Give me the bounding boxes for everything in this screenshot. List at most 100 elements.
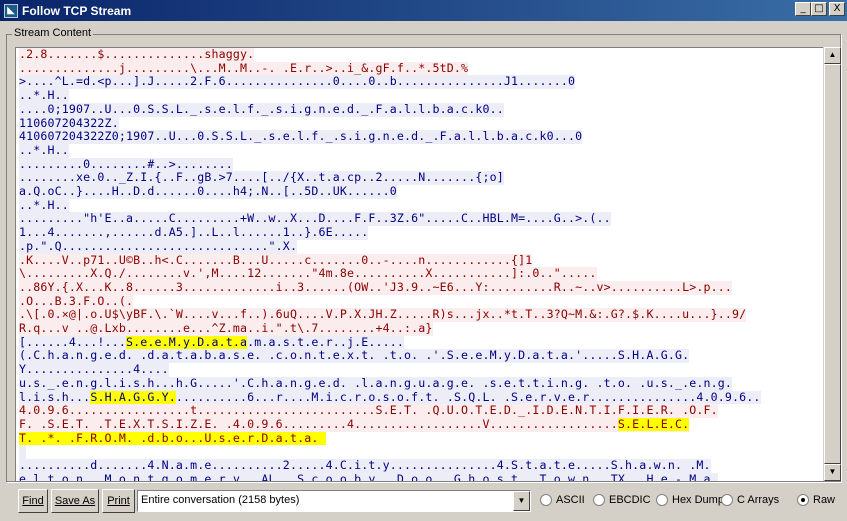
stream-line-text: u.s._.e.n.g.l.i.s.h...h.G.....'.C.h.a.n.… bbox=[19, 376, 733, 390]
stream-line: R.q...v ..@.Lxb........e...^Z.ma..i.".t\… bbox=[19, 322, 433, 336]
radio-raw-label: Raw bbox=[813, 494, 836, 506]
stream-line-text-tail: ..........6...r....M.i.c.r.o.s.o.f.t. .S… bbox=[175, 390, 761, 404]
stream-line: (.C.h.a.n.g.e.d. .d.a.t.a.b.a.s.e. .c.o.… bbox=[19, 349, 690, 364]
radio-raw-button[interactable] bbox=[797, 494, 809, 506]
stream-line-text: .K....V..p71..U©B..h<.C.......B...U.....… bbox=[19, 253, 533, 267]
stream-line: F. .S.E.T. .T.E.X.T.S.I.Z.E. .4.0.9.6...… bbox=[19, 417, 690, 432]
scroll-down-button[interactable]: ▼ bbox=[824, 464, 841, 481]
stream-text: .2.8.......$..............shaggy........… bbox=[16, 48, 823, 481]
radio-hex-dump-label: Hex Dump bbox=[672, 494, 724, 506]
stream-line: ........xe.0.._Z.I.{..F..gB.>7....[../{X… bbox=[19, 171, 504, 186]
stream-line-text: .p.".Q.............................".X. bbox=[19, 239, 298, 253]
stream-line-text-tail: .m.a.s.t.e.r..j.E..... bbox=[247, 335, 405, 349]
stream-line: .K....V..p71..U©B..h<.C.......B...U.....… bbox=[19, 253, 533, 268]
stream-line: T. .*. .F.R.O.M. .d.b.o...U.s.e.r.D.a.t.… bbox=[19, 431, 326, 446]
stream-line-text: Y...............4.... bbox=[19, 363, 169, 377]
stream-line: l.i.s.h...S.H.A.G.G.Y...........6...r...… bbox=[19, 390, 761, 405]
window-title: Follow TCP Stream bbox=[22, 3, 132, 18]
stream-line-text: a.Q.oC..}....H..D.d......0....h4;.N..[..… bbox=[19, 185, 397, 199]
stream-line: ....0;1907..U...0.S.S.L._.s.e.l.f._.s.i.… bbox=[19, 102, 504, 117]
stream-line: ..........d.......4.N.a.m.e..........2..… bbox=[19, 459, 711, 473]
stream-line: .2.8.......$..............shaggy. bbox=[19, 48, 255, 62]
stream-line-text: ........xe.0.._Z.I.{..F..gB.>7....[../{X… bbox=[19, 171, 504, 185]
stream-line-text: [......4...!... bbox=[19, 335, 126, 349]
stream-line: >....^L.=d.<p...].J.....2.F.6...........… bbox=[19, 75, 576, 90]
stream-line: .p.".Q.............................".X. bbox=[19, 239, 298, 254]
radio-ebcdic-label: EBCDIC bbox=[609, 494, 651, 506]
stream-line: [......4...!...S.e.e.M.y.D.a.t.a.m.a.s.t… bbox=[19, 335, 405, 350]
radio-c-arrays[interactable]: C Arrays bbox=[721, 494, 779, 506]
close-button[interactable]: X bbox=[829, 2, 845, 16]
stream-line-text: 1...4.......,......d.A5.]..L..l......1..… bbox=[19, 226, 369, 240]
minimize-button[interactable]: _ bbox=[795, 2, 811, 16]
save-as-button[interactable]: Save As bbox=[51, 489, 99, 513]
stream-line: ..*.H.. bbox=[19, 89, 69, 103]
stream-line: 4.0.9.6.................t...............… bbox=[19, 404, 718, 418]
stream-line-text: >....^L.=d.<p...].J.....2.F.6...........… bbox=[19, 75, 576, 89]
radio-c-arrays-label: C Arrays bbox=[737, 494, 780, 506]
stream-line bbox=[19, 445, 27, 460]
radio-ascii-button[interactable] bbox=[540, 494, 552, 506]
stream-content-label: Stream Content bbox=[12, 27, 94, 39]
radio-hex-dump[interactable]: Hex Dump bbox=[656, 494, 724, 506]
stream-line-text: .O...B.3.F.O..(. bbox=[19, 294, 134, 308]
stream-line-text: ..............j.........\...M..M..-. .E.… bbox=[19, 61, 469, 75]
radio-hex-dump-button[interactable] bbox=[656, 494, 668, 506]
maximize-button[interactable]: □ bbox=[811, 2, 827, 16]
title-bar: ◣ Follow TCP Stream _ □ X bbox=[0, 0, 847, 21]
stream-line: u.s._.e.n.g.l.i.s.h...h.G.....'.C.h.a.n.… bbox=[19, 376, 733, 391]
stream-line-text: .2.8.......$..............shaggy. bbox=[19, 48, 255, 61]
stream-line-text: .........0........#..>........ bbox=[19, 157, 233, 171]
conversation-select[interactable]: Entire conversation (2158 bytes) ▼ bbox=[137, 490, 531, 512]
stream-line-text: ..........d.......4.N.a.m.e..........2..… bbox=[19, 459, 711, 473]
radio-ascii-label: ASCII bbox=[556, 494, 585, 506]
stream-line-text: l.i.s.h... bbox=[19, 390, 91, 404]
vertical-scrollbar[interactable]: ▲ ▼ bbox=[823, 47, 841, 481]
stream-line-text: e.l.t.o.n...M.o.n.t.g.o.m.e.r.y...AL...S… bbox=[19, 472, 718, 481]
stream-line-text: R.q...v ..@.Lxb........e...^Z.ma..i.".t\… bbox=[19, 322, 433, 336]
stream-line-text: 4.0.9.6.................t...............… bbox=[19, 404, 718, 418]
stream-line: a.Q.oC..}....H..D.d......0....h4;.N..[..… bbox=[19, 185, 397, 199]
radio-raw[interactable]: Raw bbox=[797, 494, 835, 506]
stream-line-text: \.........X.Q./........v.',M....12......… bbox=[19, 267, 597, 281]
stream-line-text: ..*.H.. bbox=[19, 198, 69, 212]
stream-line: ..*.H.. bbox=[19, 198, 69, 213]
chevron-down-icon[interactable]: ▼ bbox=[513, 491, 530, 511]
stream-line-text: (.C.h.a.n.g.e.d. .d.a.t.a.b.a.s.e. .c.o.… bbox=[19, 349, 690, 363]
stream-line: .........0........#..>........ bbox=[19, 157, 233, 172]
highlighted-text: S.e.e.M.y.D.a.t.a bbox=[125, 335, 248, 349]
scroll-thumb[interactable] bbox=[824, 64, 841, 464]
stream-line-text: 410607204322Z0;1907..U...0.S.S.L._.s.e.l… bbox=[19, 130, 583, 144]
stream-line: 410607204322Z0;1907..U...0.S.S.L._.s.e.l… bbox=[19, 130, 583, 144]
radio-ascii[interactable]: ASCII bbox=[540, 494, 585, 506]
radio-ebcdic-button[interactable] bbox=[593, 494, 605, 506]
highlighted-text: S.H.A.G.G.Y. bbox=[90, 390, 176, 404]
print-button[interactable]: Print bbox=[102, 489, 135, 513]
conversation-select-value: Entire conversation (2158 bytes) bbox=[141, 494, 300, 506]
stream-line: ..............j.........\...M..M..-. .E.… bbox=[19, 61, 469, 76]
bottom-toolbar: Find Save As Print Entire conversation (… bbox=[0, 487, 847, 517]
wireshark-icon: ◣ bbox=[4, 3, 18, 18]
stream-line-text: ..86Y.{.X...K..8......3.............i..3… bbox=[19, 280, 733, 294]
stream-content-area[interactable]: .2.8.......$..............shaggy........… bbox=[15, 47, 823, 481]
stream-line-text: ..*.H.. bbox=[19, 143, 69, 157]
highlighted-text: T. .*. .F.R.O.M. .d.b.o...U.s.e.r.D.a.t.… bbox=[19, 431, 326, 445]
window-controls: _ □ X bbox=[795, 2, 845, 16]
stream-line-text: ....0;1907..U...0.S.S.L._.s.e.l.f._.s.i.… bbox=[19, 102, 504, 116]
scroll-up-button[interactable]: ▲ bbox=[824, 47, 841, 64]
radio-c-arrays-button[interactable] bbox=[721, 494, 733, 506]
stream-line: Y...............4.... bbox=[19, 363, 169, 377]
stream-line: ..86Y.{.X...K..8......3.............i..3… bbox=[19, 280, 733, 295]
stream-line: .\[.0.×@|.o.U$\yBF.\.`W....v...f..).6uQ.… bbox=[19, 308, 747, 323]
stream-line: ........."h'E..a.....C.........+W..w..X.… bbox=[19, 212, 611, 227]
stream-line: 1...4.......,......d.A5.]..L..l......1..… bbox=[19, 226, 369, 240]
stream-line-text: F. .S.E.T. .T.E.X.T.S.I.Z.E. .4.0.9.6...… bbox=[19, 417, 618, 431]
stream-line: .O...B.3.F.O..(. bbox=[19, 294, 134, 309]
stream-line: e.l.t.o.n...M.o.n.t.g.o.m.e.r.y...AL...S… bbox=[19, 472, 718, 481]
stream-line-text: ........."h'E..a.....C.........+W..w..X.… bbox=[19, 212, 611, 226]
find-button[interactable]: Find bbox=[18, 489, 48, 513]
radio-ebcdic[interactable]: EBCDIC bbox=[593, 494, 651, 506]
stream-line-text: 110607204322Z. bbox=[19, 116, 119, 130]
stream-line: ..*.H.. bbox=[19, 143, 69, 158]
stream-line: 110607204322Z. bbox=[19, 116, 119, 131]
